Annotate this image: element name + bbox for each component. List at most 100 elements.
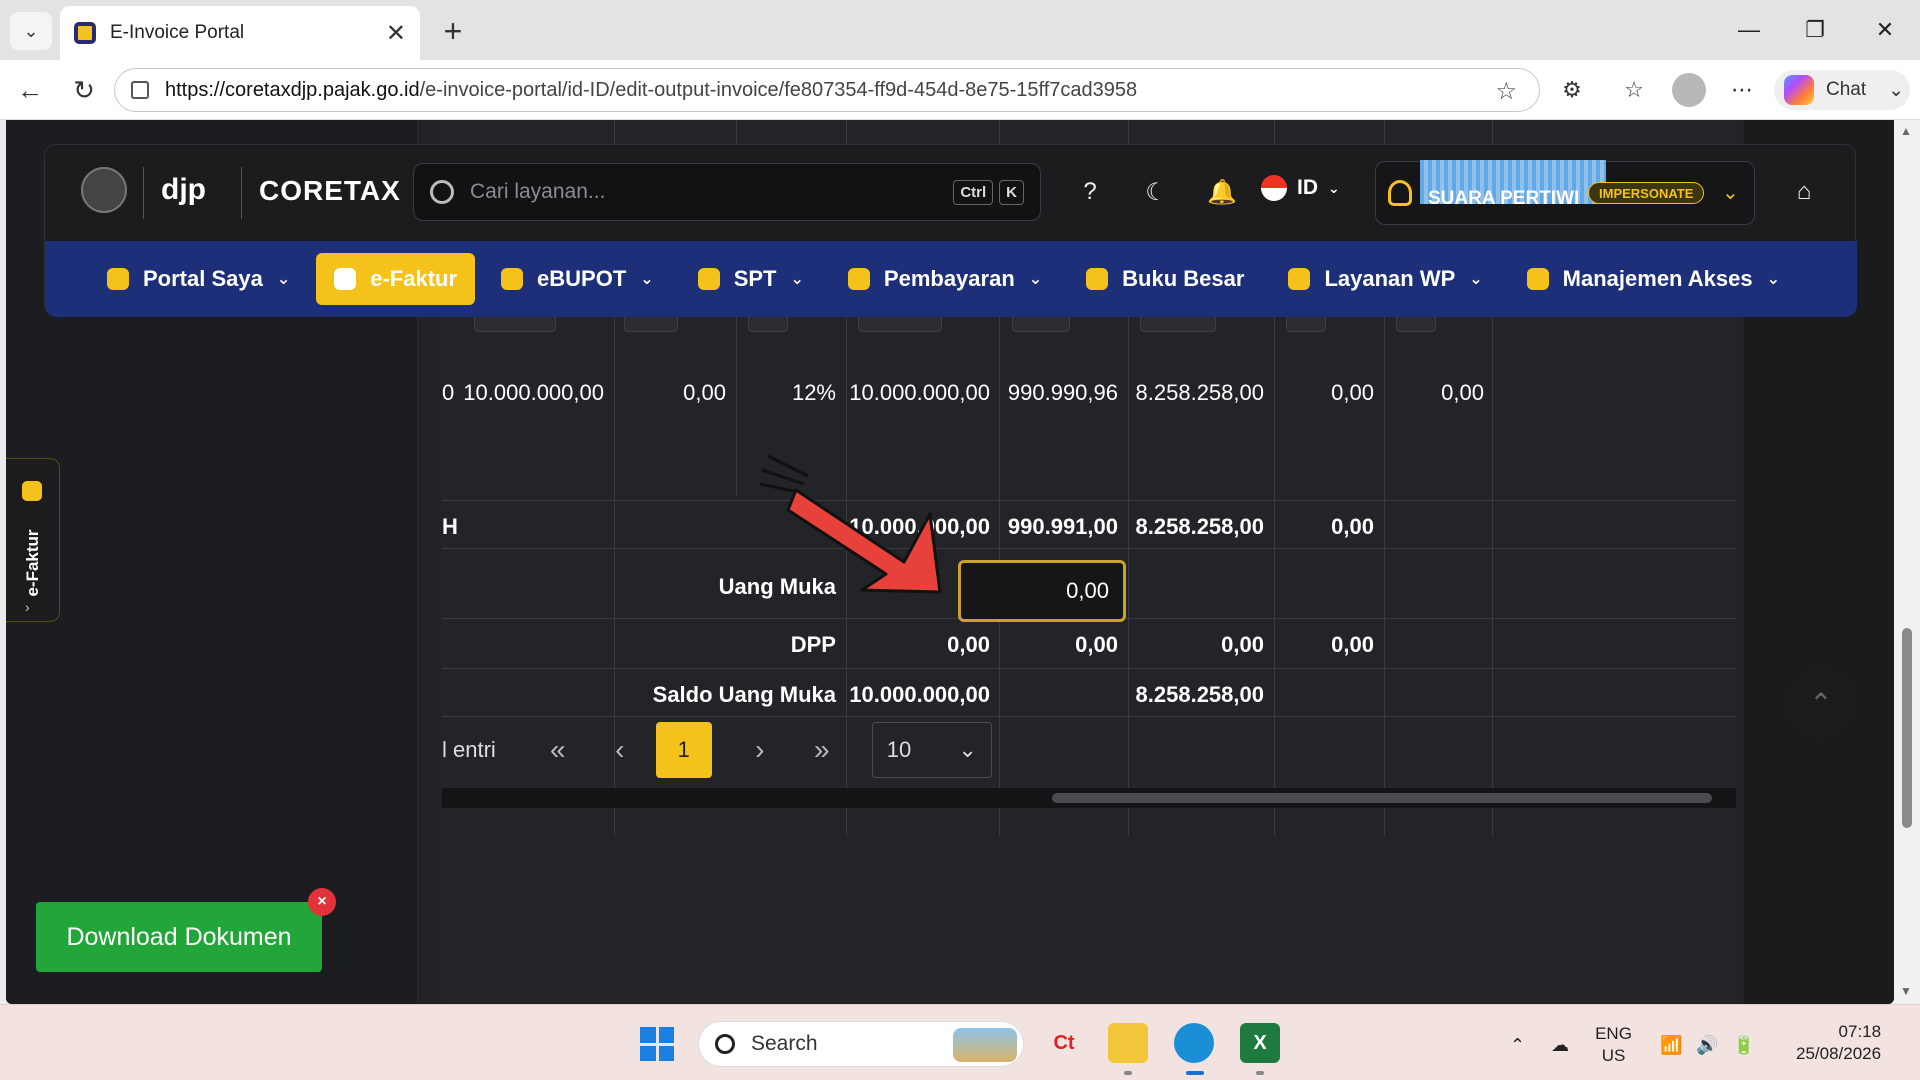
reload-button[interactable]: ↻: [64, 70, 104, 110]
user-menu[interactable]: SUARA PERTIWI IMPERSONATE ⌄: [1375, 160, 1755, 225]
windows-start-icon[interactable]: [640, 1027, 674, 1061]
prev-page-button[interactable]: ‹: [594, 724, 646, 776]
nav-layanan-wp[interactable]: Layanan WP ⌄: [1270, 253, 1500, 305]
language-selector[interactable]: ID ⌄: [1261, 175, 1340, 201]
chevron-up-icon[interactable]: ⌃: [1510, 1035, 1525, 1056]
shortcut-ctrl: Ctrl: [953, 179, 994, 205]
nav-e-faktur[interactable]: e-Faktur: [316, 253, 476, 305]
page-viewport: 0 10.000.000,00 0,00 12% 10.000.000,00 9…: [6, 120, 1894, 1004]
browser-tab-active[interactable]: E-Invoice Portal ✕: [60, 6, 420, 60]
home-icon[interactable]: ⌂: [1787, 175, 1821, 209]
scroll-up-icon[interactable]: ▲: [1900, 124, 1912, 138]
nav-ebupot[interactable]: eBUPOT ⌄: [483, 253, 672, 305]
coretax-logo[interactable]: CORETAX: [259, 175, 401, 207]
column-filter[interactable]: [1012, 316, 1070, 332]
user-name: SUARA PERTIWI: [1428, 188, 1580, 209]
table-cell: 0,00: [1331, 632, 1374, 657]
address-bar[interactable]: https://coretaxdjp.pajak.go.id/e-invoice…: [114, 68, 1540, 112]
chevron-down-icon: ⌄: [1722, 182, 1739, 204]
indonesia-flag-icon: [1261, 175, 1287, 201]
impersonate-badge: IMPERSONATE: [1588, 182, 1705, 204]
table-cell: 12%: [791, 380, 836, 405]
taskbar-search[interactable]: Search: [698, 1021, 1024, 1067]
language-code: ID: [1297, 176, 1318, 199]
column-filter[interactable]: [474, 316, 556, 332]
column-filter[interactable]: [858, 316, 942, 332]
efaktur-side-tab[interactable]: e-Faktur ›: [6, 458, 60, 622]
extensions-icon[interactable]: ⚙: [1556, 74, 1588, 106]
next-page-button[interactable]: ›: [734, 724, 786, 776]
copilot-chat-button[interactable]: Chat ⌄: [1774, 70, 1910, 110]
nav-spt[interactable]: SPT ⌄: [680, 253, 822, 305]
pagination: l entri « ‹ 1 › » 10 ⌄: [442, 720, 1736, 780]
favorite-star-icon[interactable]: ☆: [1495, 77, 1517, 106]
window-close-button[interactable]: ✕: [1860, 10, 1910, 50]
column-filter[interactable]: [624, 316, 678, 332]
service-search-input[interactable]: Cari layanan... Ctrl K: [413, 163, 1041, 221]
windows-taskbar: Search Ct X ⌃ ☁ ENG US 📶 🔊 🔋 07:18 25/08…: [0, 1004, 1920, 1080]
back-button[interactable]: ←: [10, 70, 50, 110]
chevron-down-icon: ⌄: [1028, 271, 1043, 288]
chevron-down-icon: ⌄: [1888, 79, 1905, 101]
download-document-button[interactable]: Download Dokumen: [36, 902, 322, 972]
coretax-app-icon[interactable]: Ct: [1044, 1023, 1084, 1063]
file-explorer-icon[interactable]: [1108, 1023, 1148, 1063]
new-tab-button[interactable]: +: [434, 12, 472, 50]
nav-portal-saya[interactable]: Portal Saya ⌄: [89, 253, 308, 305]
onedrive-cloud-icon[interactable]: ☁: [1551, 1035, 1569, 1056]
table-cell: H: [442, 514, 458, 539]
restore-button[interactable]: ❐: [1790, 10, 1840, 50]
excel-icon[interactable]: X: [1240, 1023, 1280, 1063]
table-cell: 8.258.258,00: [1135, 380, 1264, 405]
page-number-button[interactable]: 1: [655, 722, 712, 778]
scroll-down-icon[interactable]: ▼: [1900, 984, 1912, 998]
volume-icon[interactable]: 🔊: [1696, 1035, 1718, 1056]
dark-mode-moon-icon[interactable]: ☾: [1139, 175, 1173, 209]
first-page-button[interactable]: «: [532, 724, 584, 776]
djp-logo[interactable]: djp: [161, 173, 206, 207]
browser-toolbar: ← ↻ https://coretaxdjp.pajak.go.id/e-inv…: [0, 60, 1920, 120]
column-filter[interactable]: [1286, 316, 1326, 332]
nav-manajemen-akses[interactable]: Manajemen Akses ⌄: [1509, 253, 1798, 305]
tab-list-button[interactable]: ⌄: [10, 12, 52, 50]
page-size-select[interactable]: 10 ⌄: [871, 722, 992, 778]
chevron-down-icon: ⌄: [1469, 271, 1483, 288]
app-header: djp CORETAX Cari layanan... Ctrl K ? ☾ 🔔…: [44, 144, 1857, 317]
close-tab-icon[interactable]: ✕: [386, 19, 406, 48]
portal-icon: [107, 268, 129, 290]
scroll-to-top-button[interactable]: ⌃: [1786, 668, 1856, 738]
favorites-icon[interactable]: ☆: [1618, 74, 1650, 106]
shortcut-k: K: [999, 179, 1024, 205]
nav-pembayaran[interactable]: Pembayaran ⌄: [830, 253, 1060, 305]
edge-browser-icon[interactable]: [1174, 1023, 1214, 1063]
more-menu-icon[interactable]: ⋯: [1726, 74, 1758, 106]
column-filter[interactable]: [748, 316, 788, 332]
table-cell: 0: [442, 380, 455, 405]
chat-label: Chat: [1826, 79, 1867, 100]
close-icon[interactable]: ×: [308, 888, 336, 916]
favicon-icon: [74, 22, 96, 44]
notification-bell-icon[interactable]: 🔔: [1205, 175, 1239, 209]
battery-icon[interactable]: 🔋: [1733, 1035, 1755, 1056]
nav-buku-besar[interactable]: Buku Besar: [1068, 253, 1262, 305]
column-filter[interactable]: [1396, 316, 1436, 332]
horizontal-scrollbar[interactable]: [442, 788, 1736, 808]
wifi-icon[interactable]: 📶: [1660, 1035, 1682, 1056]
chevron-down-icon: ⌄: [23, 20, 39, 41]
clock[interactable]: 07:18 25/08/2026: [1796, 1021, 1881, 1065]
buku-besar-icon: [1086, 268, 1109, 290]
column-filter[interactable]: [1140, 316, 1216, 332]
profile-avatar[interactable]: [1672, 73, 1706, 107]
table-cell: 990.990,96: [1007, 380, 1118, 405]
table-cell: 10.000.000,00: [463, 380, 604, 405]
uang-muka-input[interactable]: [958, 560, 1126, 622]
scrollbar-thumb[interactable]: [1902, 628, 1912, 828]
minimize-button[interactable]: —: [1724, 10, 1774, 50]
scrollbar-thumb[interactable]: [1052, 793, 1712, 803]
efaktur-icon: [334, 268, 357, 290]
table-cell: 0,00: [1441, 380, 1484, 405]
page-scrollbar[interactable]: ▲ ▼: [1894, 120, 1920, 1004]
help-chat-icon[interactable]: ?: [1073, 175, 1107, 209]
last-page-button[interactable]: »: [796, 724, 848, 776]
input-language-indicator[interactable]: ENG US: [1595, 1023, 1632, 1067]
